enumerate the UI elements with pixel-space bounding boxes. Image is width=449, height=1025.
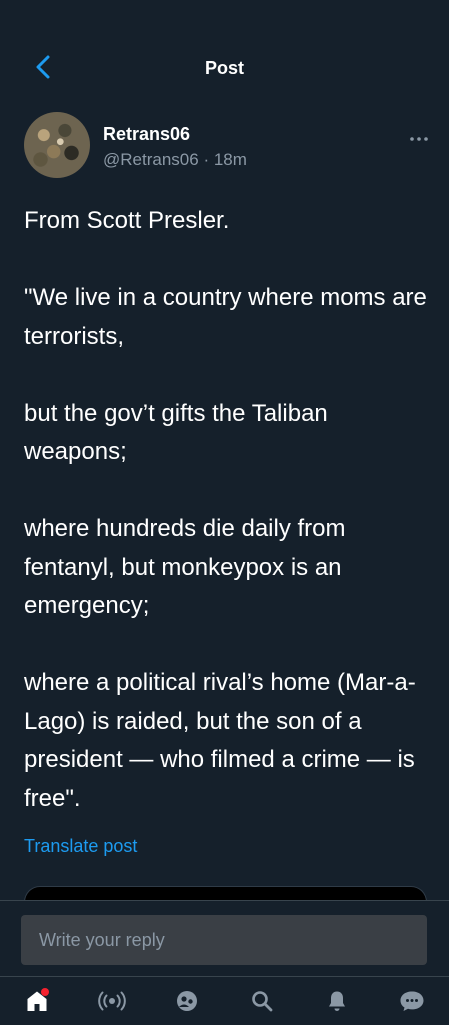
avatar[interactable] xyxy=(24,112,90,178)
author-meta: @Retrans06 · 18m xyxy=(103,150,247,170)
author-display-name[interactable]: Retrans06 xyxy=(103,124,190,145)
bottom-navigation xyxy=(0,976,449,1025)
reply-input[interactable]: Write your reply xyxy=(21,915,427,965)
page-title: Post xyxy=(204,58,244,78)
more-horizontal-icon xyxy=(410,137,428,141)
translate-post-link[interactable]: Translate post xyxy=(24,836,137,857)
messages-icon xyxy=(400,991,424,1011)
spaces-icon xyxy=(98,991,126,1011)
nav-home[interactable] xyxy=(17,981,57,1021)
communities-icon xyxy=(177,991,198,1011)
nav-search[interactable] xyxy=(242,981,282,1021)
top-bar: Post xyxy=(0,0,449,100)
author-handle[interactable]: @Retrans06 xyxy=(103,150,199,169)
nav-notifications[interactable] xyxy=(317,981,357,1021)
bell-icon xyxy=(328,991,345,1011)
nav-messages[interactable] xyxy=(392,981,432,1021)
nav-spaces[interactable] xyxy=(92,981,132,1021)
post-time: 18m xyxy=(213,150,247,169)
post-text: From Scott Presler. "We live in a countr… xyxy=(24,207,427,812)
post-author: Retrans06 @Retrans06 · 18m xyxy=(24,112,434,182)
reply-bar: Write your reply xyxy=(0,900,449,977)
meta-separator: · xyxy=(203,150,210,169)
search-icon xyxy=(252,991,273,1012)
more-options-button[interactable] xyxy=(404,126,434,152)
nav-communities[interactable] xyxy=(167,981,207,1021)
